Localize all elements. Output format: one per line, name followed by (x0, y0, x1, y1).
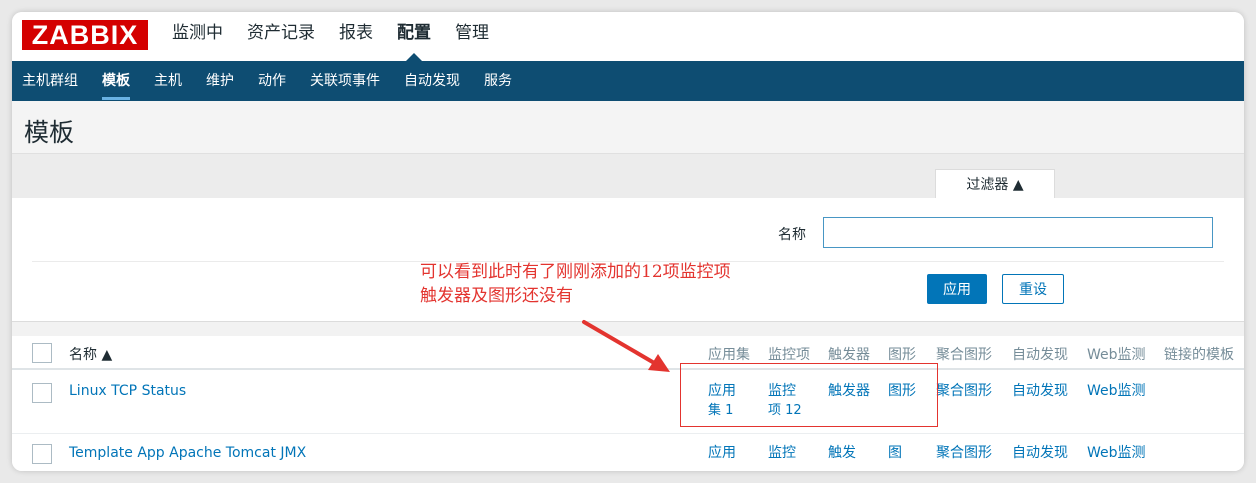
sub-navigation-bar: 主机群组 模板 主机 维护 动作 关联项事件 自动发现 服务 (12, 61, 1244, 101)
filter-toggle-tab[interactable]: 过滤器 ▲ (935, 169, 1055, 199)
annotation-line-1: 可以看到此时有了刚刚添加的12项监控项 (420, 262, 731, 282)
top-menu-administration[interactable]: 管理 (455, 22, 489, 44)
web-link[interactable]: Web监测 (1087, 382, 1146, 401)
filter-strip: 过滤器 ▲ (12, 154, 1244, 199)
top-menu-inventory[interactable]: 资产记录 (247, 22, 315, 44)
web-link[interactable]: Web监测 (1087, 444, 1146, 463)
discovery-link[interactable]: 自动发现 (1012, 444, 1068, 463)
top-navigation-bar: ZABBIX 监测中 资产记录 报表 配置 管理 (12, 12, 1244, 62)
window-frame: ZABBIX 监测中 资产记录 报表 配置 管理 主机群组 模板 主机 维护 动… (12, 12, 1244, 471)
template-name-link[interactable]: Linux TCP Status (69, 382, 186, 401)
header-discovery: 自动发现 (1012, 347, 1068, 363)
header-linked-templates: 链接的模板 (1164, 347, 1234, 363)
table-row: Template App Apache Tomcat JMX 应用 监控 触发 … (12, 434, 1244, 471)
items-link[interactable]: 监控 (768, 444, 796, 463)
filter-name-label: 名称 (778, 227, 806, 243)
top-menu-reports[interactable]: 报表 (339, 22, 373, 44)
annotation-line-2: 触发器及图形还没有 (420, 286, 573, 306)
select-all-checkbox[interactable] (32, 343, 52, 363)
sub-menu-maintenance[interactable]: 维护 (206, 71, 234, 91)
sub-menu-hosts[interactable]: 主机 (154, 71, 182, 91)
graphs-link[interactable]: 图 (888, 444, 902, 463)
row-checkbox[interactable] (32, 383, 52, 403)
discovery-link[interactable]: 自动发现 (1012, 382, 1068, 401)
annotation-highlight-box (680, 363, 938, 427)
screens-link[interactable]: 聚合图形 (936, 444, 992, 463)
sub-menu-event-correlation[interactable]: 关联项事件 (310, 71, 380, 91)
sub-menu-actions[interactable]: 动作 (258, 71, 286, 91)
annotation-arrow-icon (582, 320, 670, 372)
template-name-link[interactable]: Template App Apache Tomcat JMX (69, 444, 306, 463)
header-web: Web监测 (1087, 347, 1146, 363)
annotation-text: 可以看到此时有了刚刚添加的12项监控项 触发器及图形还没有 (420, 260, 731, 308)
row-checkbox[interactable] (32, 444, 52, 464)
applications-link[interactable]: 应用 (708, 444, 736, 463)
header-items: 监控项 (768, 347, 810, 363)
sub-menu-services[interactable]: 服务 (484, 71, 512, 91)
screens-link[interactable]: 聚合图形 (936, 382, 992, 401)
apply-button[interactable]: 应用 (927, 274, 987, 304)
sub-menu-host-groups[interactable]: 主机群组 (22, 71, 78, 91)
title-bar: 模板 (12, 101, 1244, 154)
header-triggers: 触发器 (828, 347, 870, 363)
top-menu: 监测中 资产记录 报表 配置 管理 (172, 22, 513, 62)
triggers-link[interactable]: 触发 (828, 444, 856, 463)
reset-button[interactable]: 重设 (1002, 274, 1064, 304)
sub-menu-templates[interactable]: 模板 (102, 71, 130, 100)
page-title: 模板 (24, 118, 75, 147)
top-menu-configuration[interactable]: 配置 (397, 22, 431, 62)
header-applications: 应用集 (708, 347, 750, 363)
header-graphs: 图形 (888, 347, 916, 363)
sub-menu-discovery[interactable]: 自动发现 (404, 71, 460, 91)
header-screens: 聚合图形 (936, 347, 992, 363)
top-menu-monitoring[interactable]: 监测中 (172, 22, 223, 44)
sub-menu: 主机群组 模板 主机 维护 动作 关联项事件 自动发现 服务 (22, 71, 536, 100)
filter-name-input[interactable] (823, 217, 1213, 248)
zabbix-logo[interactable]: ZABBIX (22, 20, 148, 50)
header-name[interactable]: 名称 ▲ (69, 344, 112, 364)
